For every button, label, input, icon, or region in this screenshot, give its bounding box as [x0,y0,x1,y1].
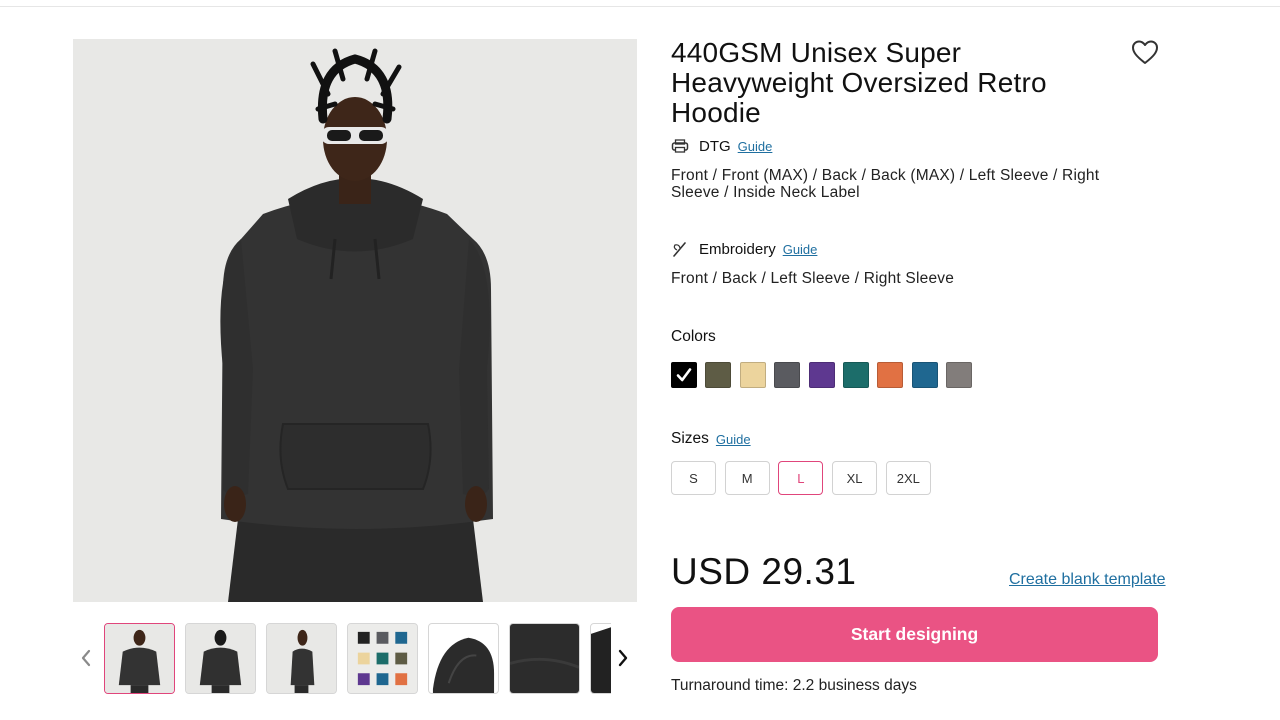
thumbnail-image [591,624,611,693]
dtg-guide-link[interactable]: Guide [738,139,773,154]
method-name: DTG [699,137,731,155]
printer-icon [671,137,689,155]
favorite-button[interactable] [1130,38,1160,66]
thumbnail-image [348,624,417,693]
size-option-m[interactable]: M [724,461,770,495]
size-guide-link[interactable]: Guide [716,432,751,447]
main-product-image [73,39,637,602]
colors-label: Colors [671,328,716,345]
hoodie-model-illustration [73,39,637,602]
thumbnail-image [510,624,579,693]
create-blank-template-link[interactable]: Create blank template [1009,571,1166,589]
thumbnail-front-model[interactable] [104,623,175,694]
needle-icon [671,240,689,258]
turnaround-time: Turnaround time: 2.2 business days [671,677,917,694]
thumbnail-next-button[interactable] [609,644,637,672]
embroidery-guide-link[interactable]: Guide [783,242,818,257]
color-swatch[interactable] [739,362,766,388]
thumbnail-image [186,624,255,693]
thumbnail-back-model[interactable] [185,623,256,694]
color-swatch[interactable] [705,362,732,388]
color-swatch[interactable] [946,362,973,388]
top-header-bar [0,0,1280,7]
dtg-placements: Front / Front (MAX) / Back / Back (MAX) … [671,167,1100,201]
method-dtg: DTG Guide [671,136,772,156]
size-option-xl[interactable]: XL [832,461,878,495]
thumbnail-color-grid[interactable] [347,623,418,694]
checkmark-icon [672,363,696,387]
embroidery-placements: Front / Back / Left Sleeve / Right Sleev… [671,270,955,287]
thumbnail-carousel [73,622,637,696]
start-designing-button[interactable]: Start designing [671,607,1158,662]
color-swatch[interactable] [808,362,835,388]
thumbnail-image [105,624,174,693]
thumbnail-prev-button[interactable] [72,644,100,672]
price: USD 29.31 [671,551,857,592]
color-swatch[interactable] [671,362,697,388]
thumbnail-image [267,624,336,693]
color-swatch[interactable] [774,362,801,388]
color-swatch[interactable] [843,362,869,388]
size-option-s[interactable]: S [671,461,716,495]
chevron-left-icon [81,649,91,667]
method-embroidery: Embroidery Guide [671,239,817,259]
method-name: Embroidery [699,240,776,258]
thumbnail-hood-detail[interactable] [428,623,499,694]
color-swatch[interactable] [877,362,904,388]
thumbnail-fabric-detail[interactable] [509,623,580,694]
size-option-2xl[interactable]: 2XL [885,461,931,495]
heart-outline-icon [1132,40,1158,64]
thumbnail-side-model[interactable] [266,623,337,694]
thumbnail-more[interactable] [590,623,611,694]
thumbnail-image [429,624,498,693]
size-option-l[interactable]: L [778,461,824,495]
chevron-right-icon [618,649,628,667]
sizes-header: Sizes Guide [671,430,751,448]
color-swatch[interactable] [911,362,938,388]
sizes-label: Sizes [671,430,709,447]
thumbnail-track [104,623,611,695]
product-title: 440GSM Unisex Super Heavyweight Oversize… [671,37,1047,128]
